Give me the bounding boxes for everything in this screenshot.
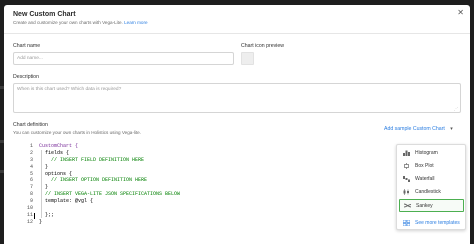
code-line: }: [39, 218, 43, 225]
text-cursor: [34, 213, 35, 219]
line-number: 7: [29, 184, 33, 191]
box-plot-icon: [404, 163, 409, 169]
template-grid-icon: [403, 220, 410, 226]
sample-chart-dropdown: Histogram Box Plot Waterfall Candlestick…: [396, 144, 466, 230]
caret-down-icon: ▾: [450, 126, 453, 132]
see-more-label: See more templates: [415, 220, 460, 226]
line-number: 5: [29, 170, 33, 177]
add-sample-custom-chart-button[interactable]: Add sample Custom Chart ▾: [384, 126, 453, 132]
dropdown-item-label: Box Plot: [415, 163, 434, 169]
code-line: fields {: [39, 149, 70, 156]
chart-definition-help: You can customize your own charts in Hol…: [13, 130, 142, 135]
dropdown-item-label: Histogram: [415, 150, 438, 156]
modal-title: New Custom Chart: [13, 11, 76, 18]
resize-handle-icon[interactable]: ⋰: [454, 107, 458, 111]
code-line: // INSERT FIELD DEFINITION HERE: [39, 156, 145, 163]
description-placeholder: When is this chart used? Which data is r…: [17, 87, 122, 92]
line-number: 1: [29, 143, 33, 149]
sankey-icon: [404, 203, 411, 208]
line-number: 10: [26, 205, 33, 212]
waterfall-icon: [403, 176, 410, 182]
line-number: 2: [29, 149, 33, 156]
code-editor[interactable]: 1 2 3 4 5 6 7 8 9 10 11 12 CustomChart {…: [13, 142, 393, 225]
see-more-templates-link[interactable]: See more templates: [399, 217, 465, 229]
dropdown-item-box-plot[interactable]: Box Plot: [399, 160, 464, 173]
line-number: 12: [26, 218, 33, 225]
dropdown-item-label: Sankey: [416, 203, 433, 209]
histogram-icon: [403, 150, 410, 156]
line-number-gutter: 1 2 3 4 5 6 7 8 9 10 11 12: [13, 143, 33, 226]
dropdown-item-label: Waterfall: [415, 176, 435, 182]
code-line: // INSERT OPTION DEFINITION HERE: [39, 177, 148, 184]
dropdown-item-label: Candlestick: [415, 189, 441, 195]
modal-subtitle: Create and customize your own charts wit…: [13, 20, 148, 25]
learn-more-link[interactable]: Learn more: [124, 20, 148, 25]
header-divider: [4, 33, 470, 34]
line-number: 4: [29, 163, 33, 170]
line-number: 6: [29, 177, 33, 184]
code-line: }: [39, 184, 49, 191]
dropdown-item-histogram[interactable]: Histogram: [399, 147, 464, 160]
line-number: 9: [29, 198, 33, 205]
chart-icon-preview: [241, 52, 254, 65]
new-custom-chart-modal: New Custom Chart Create and customize yo…: [4, 5, 470, 244]
chart-definition-label: Chart definition: [13, 122, 48, 128]
description-textarea[interactable]: When is this chart used? Which data is r…: [13, 83, 461, 113]
code-line: CustomChart {: [39, 143, 79, 149]
line-number: 8: [29, 191, 33, 198]
code-line: };;: [39, 211, 55, 218]
code-content: CustomChart { fields { // INSERT FIELD D…: [39, 143, 180, 226]
dropdown-item-sankey[interactable]: Sankey: [399, 199, 464, 212]
dropdown-item-waterfall[interactable]: Waterfall: [399, 173, 464, 186]
chart-name-label: Chart name: [13, 43, 41, 49]
dropdown-item-candlestick[interactable]: Candlestick: [399, 186, 464, 199]
description-label: Description: [13, 74, 39, 80]
line-number: 11: [26, 211, 33, 218]
code-line: }: [39, 163, 49, 170]
code-line: options {: [39, 170, 73, 177]
chart-name-input[interactable]: Add name...: [13, 52, 234, 65]
code-line: template: @vgl {: [39, 198, 94, 205]
code-line: // INSERT VEGA-LITE JSON SPECIFICATIONS …: [39, 191, 181, 198]
icon-preview-label: Chart icon preview: [241, 43, 284, 49]
add-sample-label: Add sample Custom Chart: [384, 126, 445, 132]
modal-subtitle-text: Create and customize your own charts wit…: [13, 20, 123, 25]
line-number: 3: [29, 156, 33, 163]
candlestick-icon: [403, 189, 409, 195]
close-icon[interactable]: ✕: [457, 9, 464, 17]
